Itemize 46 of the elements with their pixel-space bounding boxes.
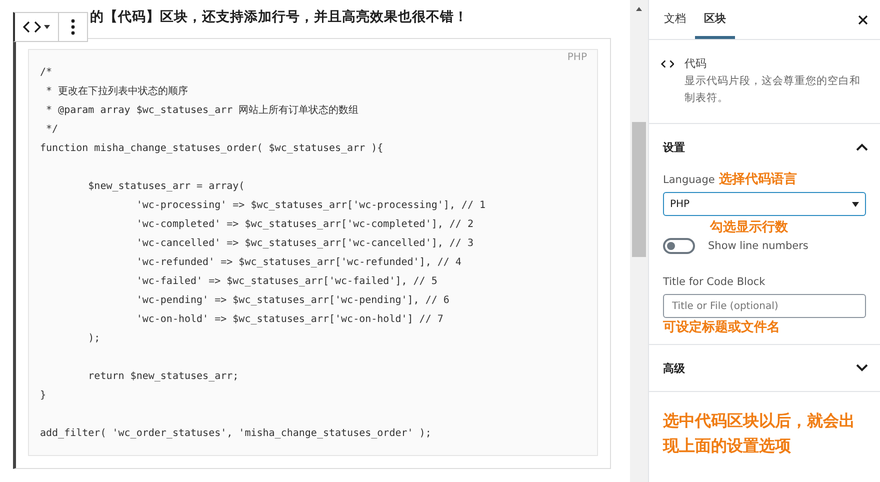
chevron-up-icon — [856, 143, 868, 151]
title-input-field[interactable]: Title or File (optional) — [663, 294, 866, 318]
annotation-text: 选择代码语言 — [718, 170, 797, 189]
code-line: /* — [40, 66, 54, 80]
code-line: 'wc-processing' => $wc_statuses_arr['wc-processing'], // 1 — [135, 199, 487, 213]
code-icon — [23, 21, 41, 33]
code-line: 'wc-completed' => $wc_statuses_arr['wc-completed'], // 2 — [135, 218, 474, 232]
annotation-text: 勾选显示行数 — [708, 219, 789, 237]
toggle-switch[interactable] — [663, 238, 695, 254]
caret-icon — [44, 25, 50, 29]
language-label: PHP — [567, 52, 587, 63]
code-line: $new_statuses_arr = array( — [87, 180, 246, 194]
paragraph-text: 的【代码】区块，还支持添加行号，并且高亮效果也很不错！ — [90, 8, 469, 27]
code-line: 'wc-failed' => $wc_statuses_arr['wc-failed'], // 5 — [135, 275, 438, 289]
toggle-label: Show line numbers — [708, 240, 808, 252]
code-line: * 更改在下拉列表中状态的顺序 — [45, 84, 190, 99]
scrollbar[interactable] — [630, 0, 648, 482]
code-line: 'wc-cancelled' => $wc_statuses_arr['wc-cancelled'], // 3 — [135, 237, 474, 251]
code-line: 'wc-on-hold' => $wc_statuses_arr['wc-on-hold'] // 7 — [135, 313, 444, 327]
code-line: 'wc-refunded' => $wc_statuses_arr['wc-refunded'], // 4 — [135, 256, 462, 270]
scrollbar-thumb[interactable] — [632, 122, 646, 257]
code-line: function misha_change_statuses_order( $wc_statuses_arr ){ — [40, 142, 384, 156]
code-line: } — [40, 389, 48, 403]
caret-icon — [852, 202, 859, 206]
code-line: */ — [45, 123, 60, 137]
vertical-dots-icon — [71, 19, 75, 35]
close-icon[interactable] — [858, 14, 868, 24]
code-line: add_filter( 'wc_order_statuses', 'misha_change_statuses_order' ); — [40, 427, 432, 441]
code-line: * @param array $wc_statuses_arr 网站上所有订单状态的数组 — [45, 104, 360, 118]
chevron-down-icon — [856, 364, 868, 372]
block-description: 显示代码片段，这会尊重您的空白和制表符。 — [684, 74, 862, 106]
annotation-text: 可设定标题或文件名 — [663, 318, 781, 337]
code-line: return $new_statuses_arr; — [87, 370, 240, 384]
annotation-text: 选中代码区块以后，就会出现上面的设置选项 — [662, 410, 856, 457]
block-title: 代码 — [684, 56, 708, 71]
panel-toggle[interactable]: 高级 — [649, 345, 880, 391]
sidebar-tab[interactable]: 区块 — [695, 0, 735, 39]
panel-toggle[interactable]: 设置 — [649, 124, 880, 170]
scroll-up-icon — [636, 7, 642, 11]
sidebar-tab[interactable]: 文档 — [655, 0, 695, 39]
language-select[interactable]: PHP — [663, 192, 866, 216]
language-label: Language — [663, 174, 715, 186]
code-line: 'wc-pending' => $wc_statuses_arr['wc-pending'], // 6 — [135, 294, 450, 308]
code-icon — [661, 59, 674, 69]
title-label: Title for Code Block — [663, 276, 766, 288]
code-line: ); — [87, 332, 102, 346]
